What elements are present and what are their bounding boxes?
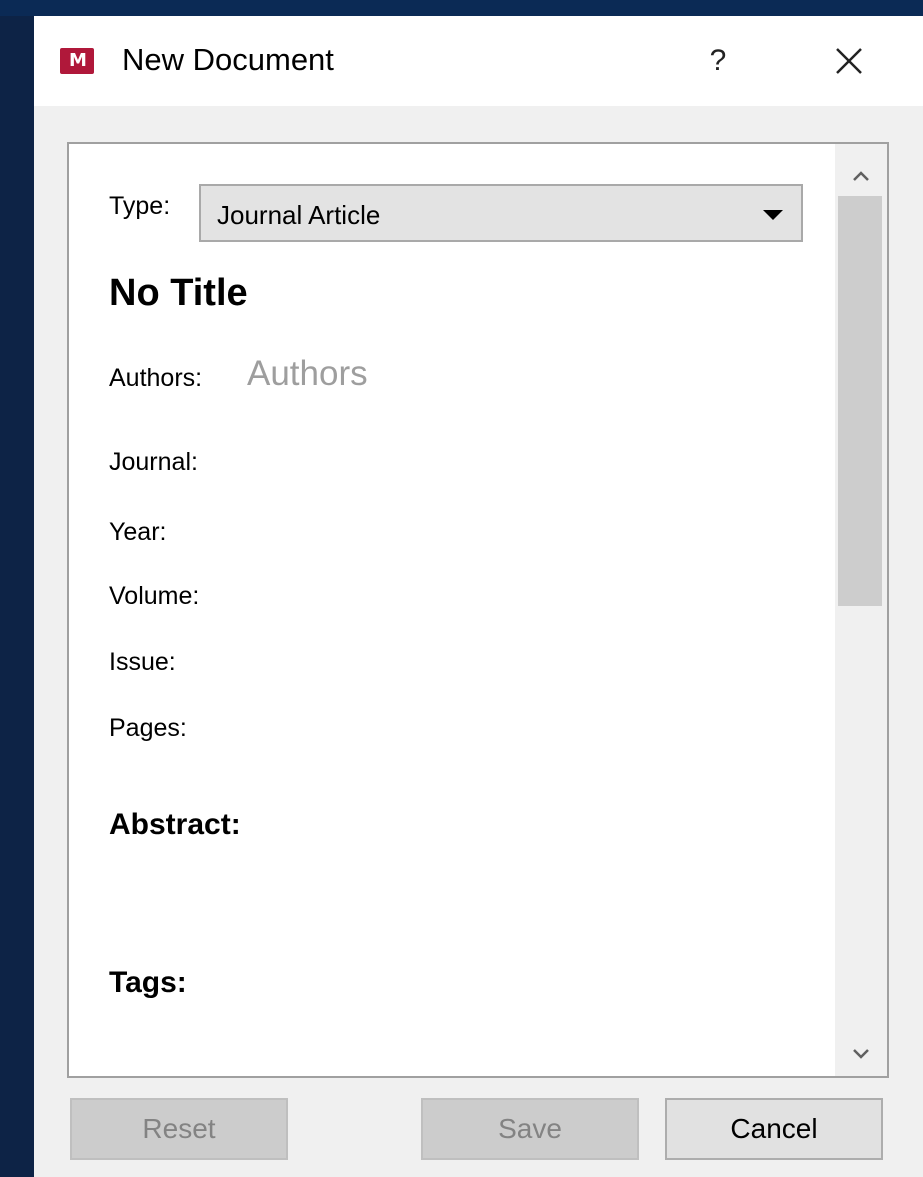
type-dropdown[interactable]: Journal Article — [199, 184, 803, 242]
volume-label: Volume: — [109, 582, 200, 610]
authors-label: Authors: — [109, 364, 203, 392]
document-title[interactable]: No Title — [109, 272, 248, 315]
abstract-label: Abstract: — [109, 808, 241, 841]
new-document-dialog: M New Document ? Type: Journal Article N… — [34, 16, 923, 1177]
close-icon — [836, 48, 862, 74]
dropdown-arrow-icon — [763, 210, 783, 220]
tags-label: Tags: — [109, 966, 187, 999]
year-label: Year: — [109, 518, 167, 546]
chevron-down-icon — [853, 1049, 869, 1059]
issue-label: Issue: — [109, 648, 176, 676]
help-button[interactable]: ? — [698, 36, 738, 86]
dialog-title: New Document — [122, 42, 334, 77]
document-details-panel: Type: Journal Article No Title Authors: … — [67, 142, 889, 1078]
dialog-titlebar: M New Document ? — [34, 16, 923, 106]
authors-field[interactable]: Authors — [247, 354, 368, 394]
close-button[interactable] — [824, 36, 874, 86]
cancel-button[interactable]: Cancel — [665, 1098, 883, 1160]
reset-button[interactable]: Reset — [70, 1098, 288, 1160]
chevron-up-icon — [853, 171, 869, 181]
vertical-scrollbar[interactable] — [835, 144, 887, 1076]
journal-label: Journal: — [109, 448, 198, 476]
mendeley-logo-icon: M — [60, 48, 94, 74]
type-dropdown-value: Journal Article — [217, 200, 381, 230]
save-button[interactable]: Save — [421, 1098, 639, 1160]
scroll-up-button[interactable] — [835, 156, 887, 196]
desktop-background — [0, 0, 923, 16]
type-label: Type: — [109, 192, 171, 220]
scroll-down-button[interactable] — [835, 1034, 887, 1074]
scroll-thumb[interactable] — [838, 196, 882, 606]
pages-label: Pages: — [109, 714, 187, 742]
